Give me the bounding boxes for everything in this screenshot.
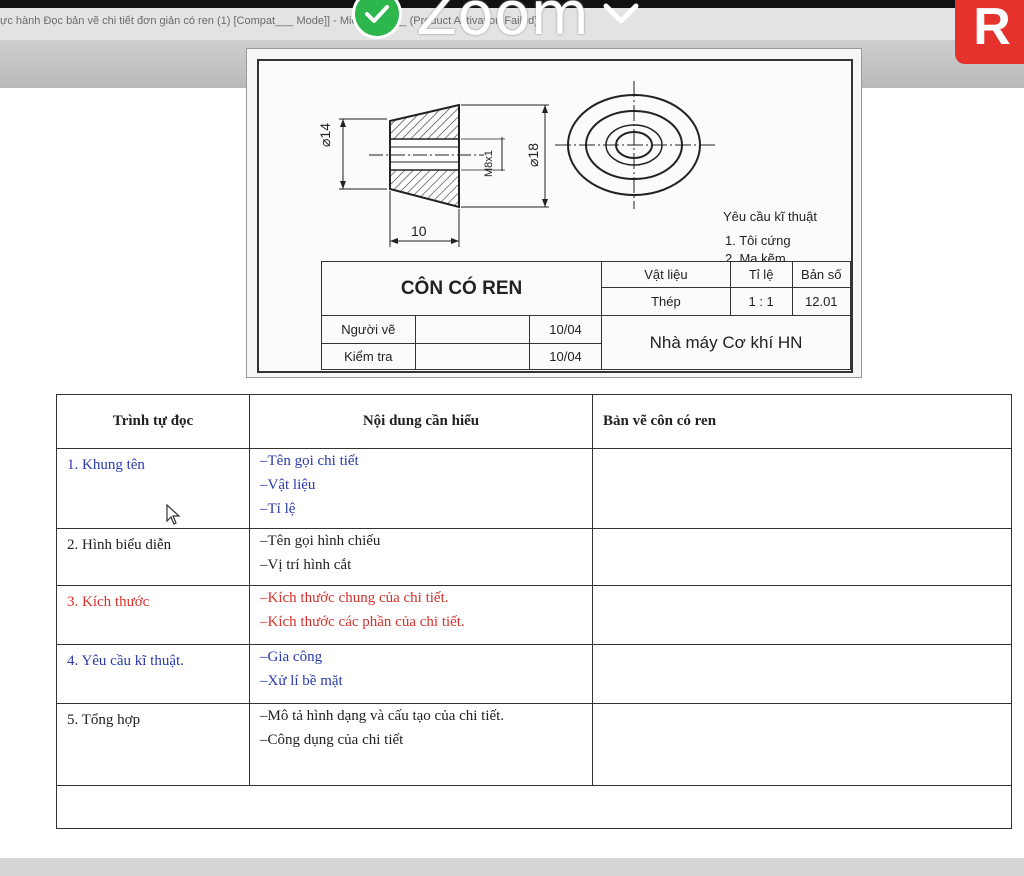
step-cell: 3. Kích thước (56, 585, 250, 645)
step-cell: 4. Yêu cầu kĩ thuật. (56, 644, 250, 704)
drawn-by-name (414, 315, 530, 344)
hatch-bottom (389, 169, 460, 208)
technical-drawing: ⌀14 M8x1 ⌀18 10 Yêu cầu kĩ thuật 1. Tôi … (246, 48, 862, 378)
material-value: Thép (601, 287, 731, 316)
content-cell: –Gia công –Xử lí bề mặt (249, 644, 593, 704)
requirement-item: 1. Tôi cứng (725, 233, 791, 248)
dim-18-label: ⌀18 (525, 142, 541, 167)
table-row: 1. Khung tên –Tên gọi chi tiết –Vật liệu… (56, 448, 1012, 529)
step-label: 4. Yêu cầu kĩ thuật. (67, 653, 184, 669)
reading-table: Trình tự đọc Nội dung cần hiểu Bản vẽ cô… (56, 394, 1012, 829)
content-cell: –Kích thước chung của chi tiết. –Kích th… (249, 585, 593, 645)
table-row-empty (56, 785, 1012, 829)
hatch-top (389, 104, 460, 140)
record-button-label: R (973, 0, 1011, 56)
content-line: –Mô tả hình dạng và cấu tạo của chi tiết… (260, 708, 505, 724)
step-cell: 5. Tổng hợp (56, 703, 250, 786)
drawing-frame: ⌀14 M8x1 ⌀18 10 Yêu cầu kĩ thuật 1. Tôi … (257, 59, 853, 373)
content-cell: –Mô tả hình dạng và cấu tạo của chi tiết… (249, 703, 593, 786)
answer-cell[interactable] (592, 585, 1012, 645)
drawing-no-value: 12.01 (791, 287, 852, 316)
content-line: –Tỉ lệ (260, 501, 296, 517)
content-line: –Gia công (260, 649, 323, 665)
content-line: –Công dụng của chi tiết (260, 732, 404, 748)
header-step: Trình tự đọc (56, 394, 250, 449)
step-label: 2. Hình biểu diễn (67, 537, 172, 553)
title-block: CÔN CÓ REN Vật liệu Tỉ lệ Bản số Thép 1 … (320, 261, 852, 370)
checked-date: 10/04 (528, 343, 603, 370)
content-line: –Tên gọi chi tiết (260, 453, 359, 469)
drawn-date: 10/04 (528, 315, 603, 344)
header-drawing: Bản vẽ côn có ren (592, 394, 1012, 449)
drawing-no-label: Bản số (791, 261, 852, 288)
dim-10-label: 10 (411, 223, 427, 239)
content-line: –Vị trí hình cắt (260, 557, 352, 573)
empty-cell[interactable] (56, 785, 1012, 829)
table-header-row: Trình tự đọc Nội dung cần hiểu Bản vẽ cô… (56, 394, 1012, 449)
content-line: –Kích thước chung của chi tiết. (260, 590, 449, 606)
zoom-overlay[interactable]: Zoom (352, 0, 639, 49)
step-cell: 1. Khung tên (56, 448, 250, 529)
content-cell: –Tên gọi chi tiết –Vật liệu –Tỉ lệ (249, 448, 593, 529)
answer-cell[interactable] (592, 703, 1012, 786)
scale-label: Tỉ lệ (729, 261, 793, 288)
answer-cell[interactable] (592, 644, 1012, 704)
record-button[interactable]: R (955, 0, 1024, 64)
table-row: 4. Yêu cầu kĩ thuật. –Gia công –Xử lí bề… (56, 644, 1012, 704)
step-cell: 2. Hình biểu diễn (56, 528, 250, 586)
step-label: 1. Khung tên (67, 457, 145, 473)
taskbar (0, 858, 1024, 876)
zoom-label: Zoom (416, 0, 589, 49)
answer-cell[interactable] (592, 528, 1012, 586)
material-label: Vật liệu (601, 261, 731, 288)
checked-by-name (414, 343, 530, 370)
chevron-down-icon (603, 3, 639, 24)
table-row: 5. Tổng hợp –Mô tả hình dạng và cấu tạo … (56, 703, 1012, 786)
drawn-by-label: Người vẽ (321, 315, 416, 344)
dim-14-label: ⌀14 (317, 122, 333, 147)
part-name: CÔN CÓ REN (320, 261, 603, 316)
answer-cell[interactable] (592, 448, 1012, 529)
content-line: –Xử lí bề mặt (260, 673, 343, 689)
requirements-title: Yêu cầu kĩ thuật (723, 209, 817, 224)
content-line: –Kích thước các phần của chi tiết. (260, 614, 465, 630)
table-row: 2. Hình biểu diễn –Tên gọi hình chiếu –V… (56, 528, 1012, 586)
dim-m8-label: M8x1 (483, 150, 495, 177)
header-content: Nội dung cần hiểu (249, 394, 593, 449)
content-line: –Tên gọi hình chiếu (260, 533, 381, 549)
factory-name: Nhà máy Cơ khí HN (601, 315, 851, 370)
content-line: –Vật liệu (260, 477, 316, 493)
table-row: 3. Kích thước –Kích thước chung của chi … (56, 585, 1012, 645)
checked-by-label: Kiểm tra (321, 343, 416, 370)
step-label: 3. Kích thước (67, 594, 150, 610)
step-label: 5. Tổng hợp (67, 712, 141, 728)
mouse-pointer-icon (166, 504, 181, 525)
scale-value: 1 : 1 (729, 287, 793, 316)
content-cell: –Tên gọi hình chiếu –Vị trí hình cắt (249, 528, 593, 586)
check-icon (352, 0, 402, 39)
